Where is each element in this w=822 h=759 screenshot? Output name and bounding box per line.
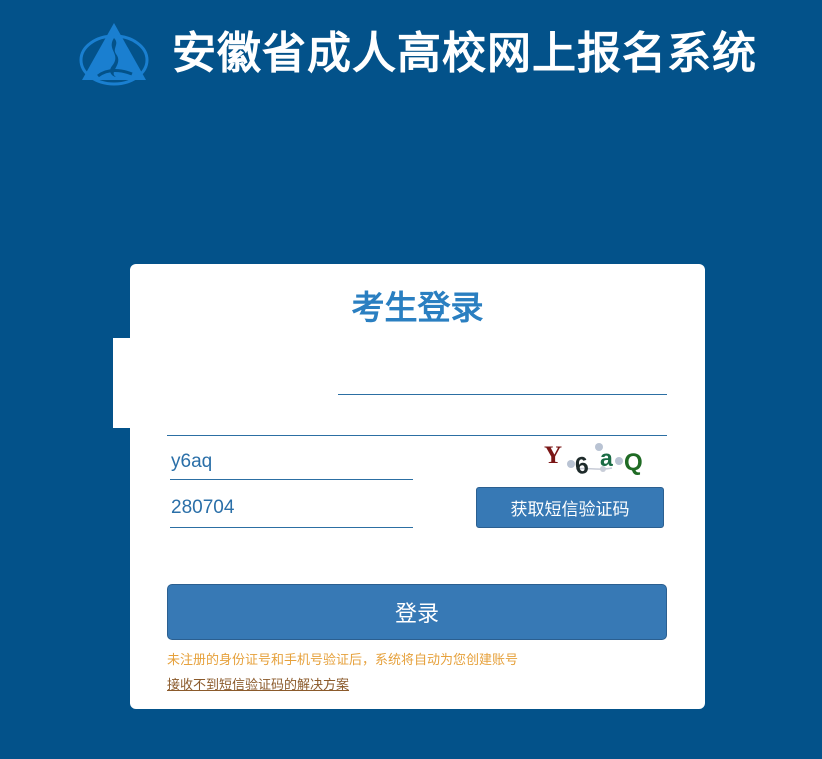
phone-input[interactable]: [167, 405, 666, 433]
sms-help-link[interactable]: 接收不到短信验证码的解决方案: [167, 677, 349, 695]
auto-register-notice: 未注册的身份证号和手机号验证后，系统将自动为您创建账号: [167, 653, 519, 668]
id-number-input[interactable]: [340, 364, 666, 392]
login-card: 考生登录 Y 6 a Q 获取短信验证码 登录 未注册的身份证号和手机号验证后，…: [130, 264, 705, 709]
phone-underline: [167, 435, 667, 436]
captcha-underline: [170, 479, 413, 480]
site-title: 安徽省成人高校网上报名系统: [172, 28, 757, 79]
svg-text:6: 6: [573, 452, 590, 479]
captcha-input[interactable]: [171, 448, 411, 476]
get-sms-code-button[interactable]: 获取短信验证码: [476, 487, 664, 528]
sms-code-underline: [170, 527, 413, 528]
login-title: 考生登录: [351, 288, 484, 327]
svg-text:a: a: [600, 445, 613, 471]
captcha-image[interactable]: Y 6 a Q: [540, 439, 650, 479]
page-header: 安徽省成人高校网上报名系统: [78, 18, 798, 90]
svg-text:Y: Y: [544, 442, 562, 469]
sms-code-input[interactable]: [171, 494, 411, 522]
id-number-underline: [338, 394, 667, 395]
login-button[interactable]: 登录: [167, 584, 667, 640]
flame-triangle-logo-icon: [79, 23, 149, 86]
svg-text:Q: Q: [624, 449, 643, 476]
